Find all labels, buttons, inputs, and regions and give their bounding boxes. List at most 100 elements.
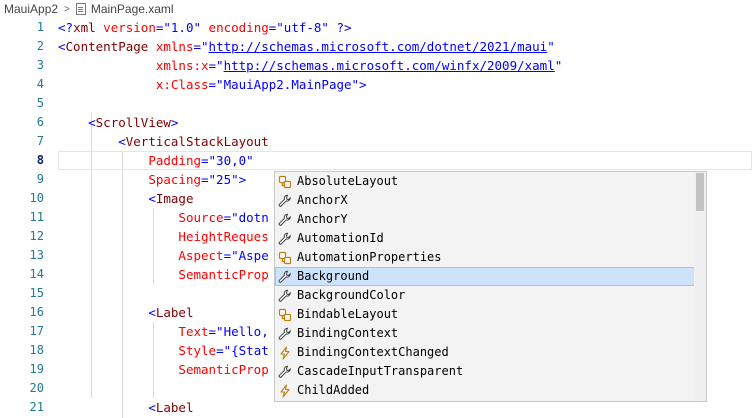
line-number: 19 (29, 362, 44, 376)
suggestion-item[interactable]: BindingContext (275, 324, 697, 343)
property-wrench-icon (277, 193, 293, 209)
attached-property-icon (277, 307, 293, 323)
suggestion-item[interactable]: AnchorY (275, 210, 697, 229)
code-token: Spacing (148, 172, 201, 187)
suggestion-scrollbar[interactable] (694, 172, 706, 401)
code-token: ="Aspe (223, 248, 269, 263)
code-line[interactable]: <?xml version="1.0" encoding="utf-8" ?> (58, 18, 752, 37)
line-number: 15 (29, 286, 44, 300)
suggestion-label: AnchorY (297, 212, 348, 226)
property-wrench-icon (277, 288, 293, 304)
suggestion-item[interactable]: AbsoluteLayout (275, 172, 697, 191)
suggestion-label: ChildAdded (297, 383, 370, 397)
code-token: Label (155, 305, 194, 320)
suggestion-item[interactable]: ChildAdded (275, 381, 697, 400)
breadcrumb-file[interactable]: MainPage.xaml (91, 2, 174, 16)
code-token: < (148, 305, 156, 320)
suggestion-item[interactable]: CascadeInputTransparent (275, 362, 697, 381)
suggestion-label: BindableLayout (297, 307, 399, 321)
line-number: 11 (29, 210, 44, 224)
suggestion-scrollbar-thumb[interactable] (696, 173, 704, 211)
code-line[interactable]: Padding="30,0" (58, 151, 752, 170)
file-icon (75, 3, 86, 15)
suggestion-item[interactable]: AnchorX (275, 191, 697, 210)
code-token: Text (178, 324, 209, 339)
code-token: < (88, 115, 96, 130)
code-token: http://schemas.microsoft.com/winfx/2009/… (223, 58, 555, 73)
breadcrumb-project[interactable]: MauiApp2 (4, 2, 58, 16)
code-token: < (118, 134, 126, 149)
code-token: ScrollView (95, 115, 171, 130)
code-token: HeightReques (178, 229, 269, 244)
code-line[interactable]: x:Class="MauiApp2.MainPage"> (58, 75, 752, 94)
line-number: 3 (36, 58, 44, 72)
suggestion-item[interactable]: BindingContextChanged (275, 343, 697, 362)
code-token: ="utf-8" (268, 20, 329, 35)
line-number: 21 (29, 400, 44, 414)
code-token: ="25" (201, 172, 239, 187)
suggestion-list: AbsoluteLayout AnchorX AnchorY AutomationId… (275, 172, 706, 400)
code-line[interactable]: <VerticalStackLayout (58, 132, 752, 151)
code-token: Image (155, 191, 194, 206)
property-wrench-icon (277, 231, 293, 247)
line-number: 9 (36, 172, 44, 186)
line-number: 13 (29, 248, 44, 262)
breadcrumb: MauiApp2 > MainPage.xaml (0, 0, 752, 18)
code-token: > (238, 172, 247, 187)
code-token: ="dotn (223, 210, 269, 225)
code-token: Aspect (178, 248, 224, 263)
code-token: ="{Stat (216, 343, 269, 358)
suggestion-item[interactable]: BackgroundColor (275, 286, 697, 305)
line-number: 17 (29, 324, 44, 338)
code-token: Source (178, 210, 224, 225)
code-token: http://schemas.microsoft.com/dotnet/2021… (208, 39, 548, 54)
suggestion-item[interactable]: BindableLayout (275, 305, 697, 324)
code-line[interactable]: <ScrollView> (58, 113, 752, 132)
breadcrumb-separator: > (64, 3, 70, 15)
line-number: 10 (29, 191, 44, 205)
code-token: ContentPage (65, 39, 149, 54)
suggestion-label: AutomationProperties (297, 250, 442, 264)
attached-property-icon (277, 250, 293, 266)
suggestion-label: BindingContextChanged (297, 345, 449, 359)
code-line[interactable]: <ContentPage xmlns="http://schemas.micro… (58, 37, 752, 56)
line-number-gutter: 1 2 3 4 5 6 7 8 9 10 11 12 13 14 15 16 17 18 19 20 21 (0, 18, 44, 417)
code-token: VerticalStackLayout (125, 134, 269, 149)
code-token: xmlns (148, 39, 194, 54)
line-number: 2 (36, 39, 44, 53)
code-token: < (148, 400, 156, 415)
suggestion-item[interactable]: Background (275, 267, 697, 286)
code-token: =" (193, 39, 209, 54)
code-line[interactable]: xmlns:x="http://schemas.microsoft.com/wi… (58, 56, 752, 75)
code-token: ?> (328, 20, 352, 35)
code-token: =" (208, 58, 224, 73)
code-token: encoding (201, 20, 269, 35)
line-number: 4 (36, 77, 44, 91)
code-token: > (359, 77, 367, 92)
line-number: 8 (36, 153, 44, 167)
code-token: Padding (148, 153, 201, 168)
code-token: SemanticProp (178, 362, 269, 377)
code-token: xmlns:x (155, 58, 209, 73)
suggestion-item[interactable]: AutomationId (275, 229, 697, 248)
code-token: <? (58, 20, 74, 35)
code-token: x:Class (155, 77, 209, 92)
code-line[interactable] (58, 94, 752, 113)
event-bolt-icon (277, 345, 293, 361)
line-number: 18 (29, 343, 44, 357)
suggestion-item[interactable]: AutomationProperties (275, 248, 697, 267)
suggestion-label: BindingContext (297, 326, 399, 340)
